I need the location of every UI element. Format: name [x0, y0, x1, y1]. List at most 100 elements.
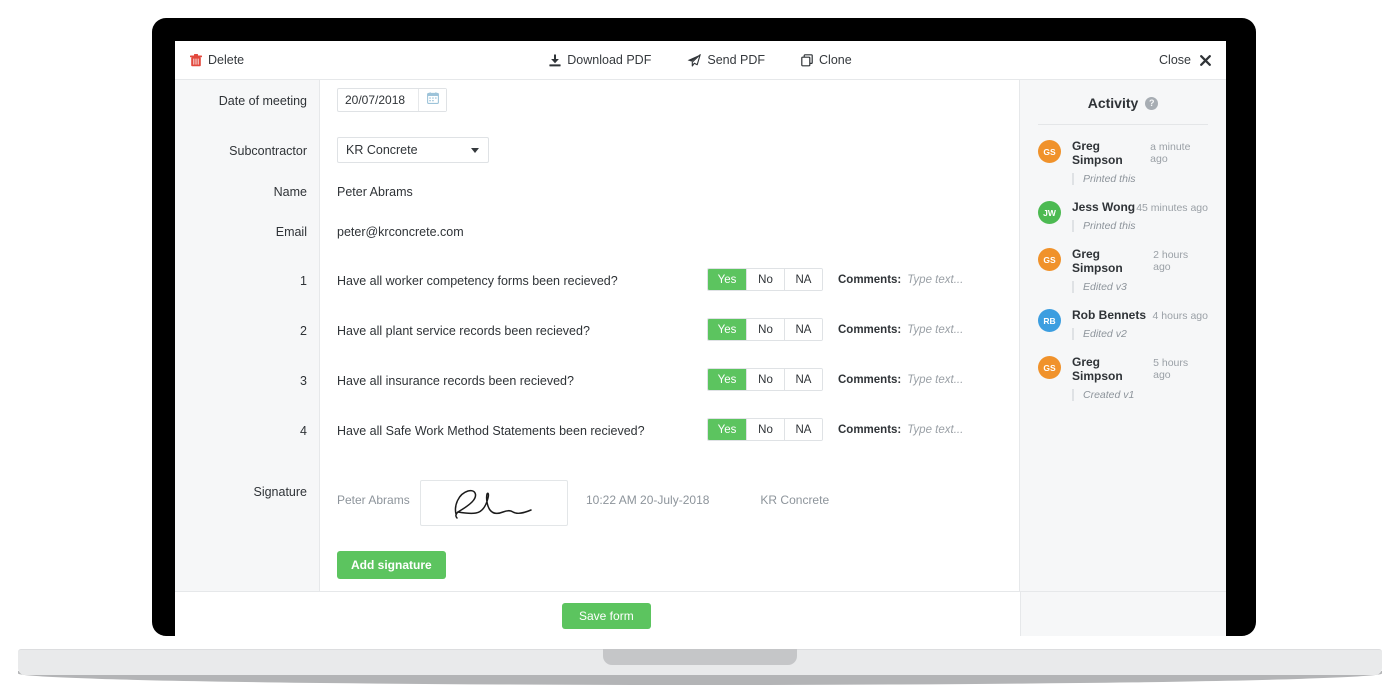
activity-item: JW Jess Wong 45 minutes ago Printed this	[1038, 200, 1208, 232]
avatar: GS	[1038, 356, 1061, 379]
activity-user-name: Rob Bennets	[1072, 308, 1147, 322]
answer-option-na[interactable]: NA	[784, 269, 822, 290]
signature-section: Peter Abrams 10:22 AM 20-July-2018 KR Co…	[337, 480, 1036, 579]
answer-option-no[interactable]: No	[746, 369, 784, 390]
answer-option-yes[interactable]: Yes	[708, 319, 746, 340]
signature-timestamp: 10:22 AM 20-July-2018	[586, 493, 710, 507]
activity-user-name: Jess Wong	[1072, 200, 1136, 214]
send-pdf-button[interactable]: Send PDF	[687, 53, 765, 67]
avatar: GS	[1038, 248, 1061, 271]
answer-option-na[interactable]: NA	[784, 369, 822, 390]
question-number: 1	[300, 274, 307, 288]
activity-user-name: Greg Simpson	[1072, 355, 1123, 383]
answer-toggle-group[interactable]: Yes No NA	[707, 418, 823, 441]
comments-label: Comments:	[838, 274, 902, 286]
activity-item: GS Greg Simpson a minute ago Printed thi…	[1038, 139, 1208, 185]
activity-header: Activity ?	[1038, 80, 1208, 125]
comments-field: Comments:	[838, 274, 1028, 286]
label-date-of-meeting: Date of meeting	[218, 94, 307, 108]
download-pdf-label: Download PDF	[567, 53, 652, 67]
answer-option-yes[interactable]: Yes	[708, 419, 746, 440]
comments-input[interactable]	[907, 274, 1028, 286]
answer-toggle-group[interactable]: Yes No NA	[707, 368, 823, 391]
labels-column: Date of meeting Subcontractor Name Email…	[175, 80, 320, 591]
save-form-button[interactable]: Save form	[562, 603, 651, 629]
email-value: peter@krconcrete.com	[337, 225, 464, 239]
subcontractor-selected-value: KR Concrete	[346, 143, 418, 157]
answer-toggle-group[interactable]: Yes No NA	[707, 318, 823, 341]
comments-label: Comments:	[838, 324, 902, 336]
avatar: RB	[1038, 309, 1061, 332]
signature-image[interactable]	[420, 480, 568, 526]
label-signature: Signature	[253, 485, 307, 499]
calendar-icon	[426, 91, 439, 109]
question-mark-icon[interactable]: ?	[1145, 96, 1159, 110]
clone-label: Clone	[819, 53, 852, 67]
answer-option-yes[interactable]: Yes	[708, 269, 746, 290]
clone-button[interactable]: Clone	[801, 53, 852, 67]
activity-timestamp: a minute ago	[1150, 141, 1191, 165]
form-main-area: Date of meeting Subcontractor Name Email…	[175, 80, 1028, 591]
footer-right-filler	[1020, 592, 1226, 636]
form-body: Date of meeting Subcontractor Name Email…	[175, 80, 1226, 591]
activity-timestamp: 45 minutes ago	[1136, 202, 1208, 214]
activity-user-name: Greg Simpson	[1072, 139, 1123, 167]
date-input[interactable]	[338, 89, 418, 111]
question-number: 3	[300, 374, 307, 388]
activity-panel: Activity ? GS Greg Simpson a minute ago …	[1020, 80, 1226, 591]
date-picker-button[interactable]	[418, 89, 446, 111]
activity-user-name: Greg Simpson	[1072, 247, 1123, 275]
avatar: GS	[1038, 140, 1061, 163]
activity-action: Printed this	[1072, 173, 1208, 185]
chevron-down-icon	[471, 147, 479, 153]
form-toolbar: Delete Download PDF Send PDF Clone Close	[175, 41, 1226, 80]
download-icon	[549, 54, 561, 67]
download-pdf-button[interactable]: Download PDF	[549, 53, 651, 67]
close-button[interactable]: Close	[1159, 53, 1211, 67]
answer-option-no[interactable]: No	[746, 269, 784, 290]
activity-action: Edited v3	[1072, 281, 1208, 293]
question-text: Have all worker competency forms been re…	[337, 274, 618, 288]
question-text: Have all insurance records been recieved…	[337, 374, 574, 388]
answer-option-no[interactable]: No	[746, 419, 784, 440]
add-signature-button[interactable]: Add signature	[337, 551, 446, 579]
comments-input[interactable]	[907, 324, 1028, 336]
toolbar-center-actions: Download PDF Send PDF Clone	[175, 53, 1226, 67]
question-number: 4	[300, 424, 307, 438]
activity-action: Created v1	[1072, 389, 1208, 401]
name-value: Peter Abrams	[337, 185, 413, 199]
comments-label: Comments:	[838, 374, 902, 386]
answer-option-na[interactable]: NA	[784, 319, 822, 340]
laptop-mockup: Delete Download PDF Send PDF Clone Close…	[0, 0, 1400, 700]
subcontractor-select[interactable]: KR Concrete	[337, 137, 489, 163]
send-pdf-label: Send PDF	[707, 53, 766, 67]
activity-title: Activity	[1087, 95, 1139, 111]
question-text: Have all Safe Work Method Statements bee…	[337, 424, 645, 438]
answer-option-no[interactable]: No	[746, 319, 784, 340]
paper-plane-icon	[687, 53, 702, 67]
activity-item: GS Greg Simpson 2 hours ago Edited v3	[1038, 247, 1208, 293]
laptop-trackpad-notch	[603, 649, 797, 665]
date-of-meeting-field[interactable]	[337, 88, 447, 112]
form-footer: Save form	[175, 591, 1226, 636]
answer-toggle-group[interactable]: Yes No NA	[707, 268, 823, 291]
copy-icon	[801, 53, 813, 67]
close-button-label: Close	[1159, 53, 1191, 67]
label-name: Name	[273, 185, 307, 199]
comments-label: Comments:	[838, 424, 902, 436]
activity-item: GS Greg Simpson 5 hours ago Created v1	[1038, 355, 1208, 401]
activity-list: GS Greg Simpson a minute ago Printed thi…	[1038, 125, 1208, 401]
answer-option-yes[interactable]: Yes	[708, 369, 746, 390]
comments-input[interactable]	[907, 424, 1028, 436]
browser-viewport: Delete Download PDF Send PDF Clone Close…	[175, 41, 1226, 636]
label-email: Email	[275, 225, 307, 239]
comments-input[interactable]	[907, 374, 1028, 386]
answer-option-na[interactable]: NA	[784, 419, 822, 440]
comments-field: Comments:	[838, 424, 1028, 436]
activity-timestamp: 5 hours ago	[1153, 357, 1189, 381]
activity-action: Edited v2	[1072, 328, 1208, 340]
fields-column: KR Concrete Peter Abrams peter@krconcret…	[320, 80, 1028, 591]
label-subcontractor: Subcontractor	[229, 144, 307, 158]
activity-action: Printed this	[1072, 220, 1208, 232]
signature-signer-name: Peter Abrams	[337, 493, 410, 507]
